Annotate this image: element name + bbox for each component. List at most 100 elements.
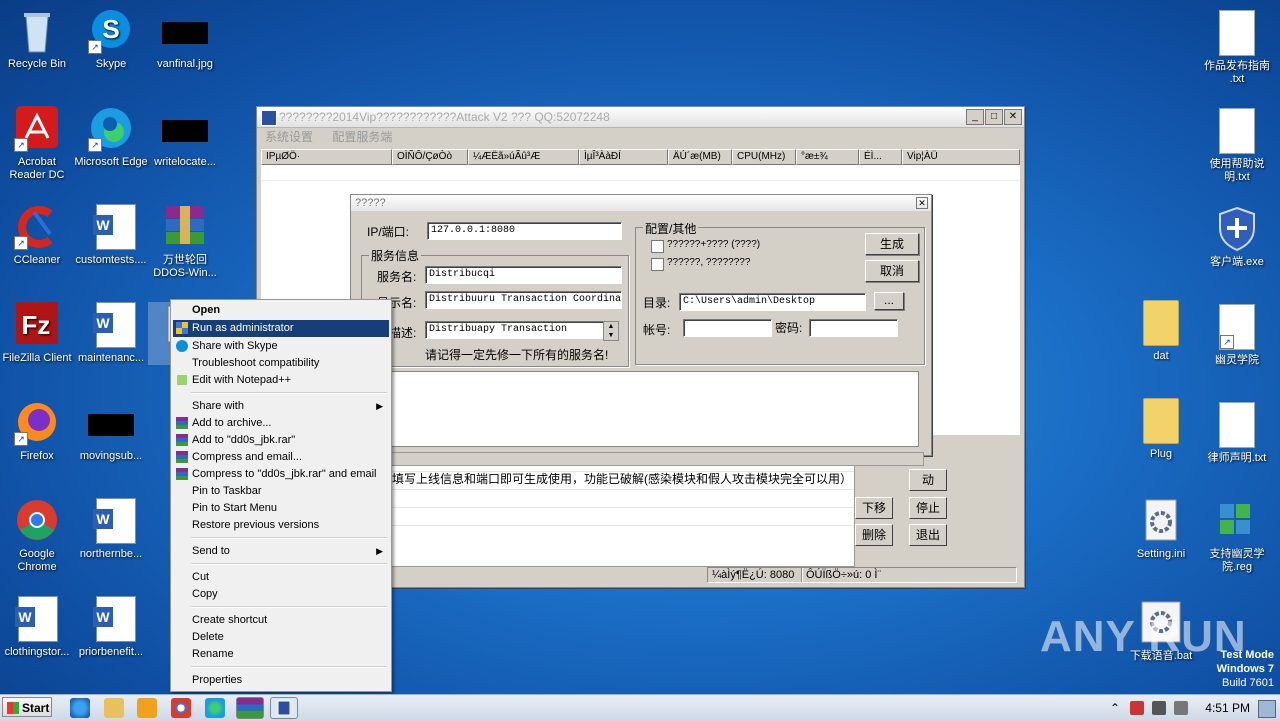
col-more[interactable]: ÉÌ... xyxy=(859,149,902,165)
minimize-button[interactable]: _ xyxy=(966,109,984,125)
menu-item-troubleshoot[interactable]: Troubleshoot compatibility xyxy=(173,355,389,372)
close-button[interactable]: ✕ xyxy=(1004,109,1022,125)
winrar-taskbar-icon[interactable] xyxy=(236,697,264,719)
menu-item-properties[interactable]: Properties xyxy=(173,672,389,689)
filezilla-desktop-icon[interactable]: Fz FileZilla Client xyxy=(0,302,74,365)
dialog-titlebar[interactable]: ????? ✕ xyxy=(351,195,931,211)
col-cpu[interactable]: CPU(MHz) xyxy=(732,149,796,165)
maximize-button[interactable]: □ xyxy=(985,109,1003,125)
submenu-arrow-icon: ▶ xyxy=(376,401,383,411)
explorer-icon[interactable] xyxy=(104,698,124,718)
cancel-button[interactable]: 取消 xyxy=(865,260,919,282)
bottom-btn1[interactable]: 动 xyxy=(909,469,947,491)
setting-ini-desktop-icon[interactable]: Setting.ini xyxy=(1124,498,1198,561)
description-spinner[interactable]: ▲ ▼ xyxy=(603,321,619,341)
menu-item-delete[interactable]: Delete xyxy=(173,629,389,646)
show-hidden-icons[interactable]: ⌃ xyxy=(1110,695,1120,721)
directory-input[interactable]: C:\Users\admin\Desktop xyxy=(679,293,866,311)
menu-item-restore-versions[interactable]: Restore previous versions xyxy=(173,517,389,534)
start-button[interactable]: Start xyxy=(2,697,52,717)
col-os[interactable]: ÌµÎ³ÀàÐÍ xyxy=(579,149,668,165)
menu-item-add-rar[interactable]: Add to "dd0s_jbk.rar" xyxy=(173,432,389,449)
log-output-box[interactable] xyxy=(391,371,919,447)
guide-txt-desktop-icon[interactable]: 作品发布指南 .txt xyxy=(1200,10,1274,86)
menu-item-create-shortcut[interactable]: Create shortcut xyxy=(173,612,389,629)
winrar-icon xyxy=(176,451,188,463)
movingsub-desktop-icon[interactable]: movingsub... xyxy=(74,400,148,463)
network-tray-icon[interactable] xyxy=(1152,701,1166,715)
col-memory[interactable]: ÄÚ´æ(MB) xyxy=(668,149,732,165)
service-name-input[interactable]: Distribucqi xyxy=(425,266,622,284)
generate-button[interactable]: 生成 xyxy=(865,233,919,255)
clothingstor-desktop-icon[interactable]: W clothingstor... xyxy=(0,596,74,659)
ie-icon[interactable] xyxy=(70,698,90,718)
media-player-icon[interactable] xyxy=(137,698,157,718)
col-version[interactable]: °æ±¾ xyxy=(796,149,859,165)
ccleaner-desktop-icon[interactable]: ↗ CCleaner xyxy=(0,204,74,267)
account-input[interactable] xyxy=(683,319,772,337)
col-computer-name[interactable]: ¼ÆËã»úÃû³Æ xyxy=(468,149,579,165)
menu-item-send-to[interactable]: Send to ▶ xyxy=(173,543,389,560)
menu-item-open[interactable]: Open xyxy=(173,302,389,319)
option2-checkbox[interactable] xyxy=(651,258,664,271)
menu-item-share-with[interactable]: Share with ▶ xyxy=(173,398,389,415)
lawyer-txt-desktop-icon[interactable]: 律师声明.txt xyxy=(1200,402,1274,465)
vanfinal-desktop-icon[interactable]: vanfinal.jpg xyxy=(148,8,222,71)
description-input[interactable]: Distribuapy Transaction xyxy=(425,321,604,339)
menu-item-run-as-admin[interactable]: Run as administrator xyxy=(173,320,389,337)
menu-item-copy[interactable]: Copy xyxy=(173,586,389,603)
edge-taskbar-icon[interactable] xyxy=(205,698,225,718)
col-ip[interactable]: IPµØÖ· xyxy=(261,149,392,165)
browse-button[interactable]: ... xyxy=(874,292,904,310)
password-input[interactable] xyxy=(809,319,898,337)
ghost-academy-desktop-icon[interactable]: ↗ 幽灵学院 xyxy=(1200,304,1274,367)
show-desktop-button[interactable] xyxy=(1258,700,1276,718)
menu-item-cut[interactable]: Cut xyxy=(173,569,389,586)
volume-tray-icon[interactable] xyxy=(1174,701,1188,715)
dialog-close-icon[interactable]: ✕ xyxy=(916,197,928,209)
menu-item-compress-rar-email[interactable]: Compress to "dd0s_jbk.rar" and email xyxy=(173,466,389,483)
app-titlebar[interactable]: ????????2014Vip????????????Attack V2 ???… xyxy=(257,107,1024,128)
menu-system-settings[interactable]: 系统设置 xyxy=(265,130,313,144)
menu-item-pin-start[interactable]: Pin to Start Menu xyxy=(173,500,389,517)
ddos-app-taskbar-icon[interactable] xyxy=(270,697,298,719)
col-region[interactable]: OÌÑÔ/ÇøÒò xyxy=(392,149,468,165)
progress-bar xyxy=(350,452,924,466)
stop-button[interactable]: 停止 xyxy=(909,497,947,519)
option1-checkbox[interactable] xyxy=(651,240,664,253)
skype-desktop-icon[interactable]: S ↗ Skype xyxy=(74,8,148,71)
help-txt-desktop-icon[interactable]: 使用帮助说明.txt xyxy=(1200,108,1274,184)
menu-item-share-skype[interactable]: Share with Skype xyxy=(173,338,389,355)
customtests-desktop-icon[interactable]: W customtests.... xyxy=(74,204,148,267)
maintenance-desktop-icon[interactable]: W maintenanc... xyxy=(74,302,148,365)
clock[interactable]: 4:51 PM xyxy=(1205,695,1250,721)
menu-item-add-archive[interactable]: Add to archive... xyxy=(173,415,389,432)
priorbenefit-desktop-icon[interactable]: W priorbenefit... xyxy=(74,596,148,659)
display-name-input[interactable]: Distribuuru Transaction Coordina xyxy=(425,291,622,309)
exit-button[interactable]: 退出 xyxy=(909,524,947,546)
northernbe-desktop-icon[interactable]: W northernbe... xyxy=(74,498,148,561)
acrobat-desktop-icon[interactable]: ↗ Acrobat Reader DC xyxy=(0,106,74,182)
edge-desktop-icon[interactable]: ↗ Microsoft Edge xyxy=(74,106,148,169)
plug-folder-desktop-icon[interactable]: Plug xyxy=(1124,398,1198,461)
edge-icon: ↗ xyxy=(88,106,134,152)
writelocate-desktop-icon[interactable]: writelocate... xyxy=(148,106,222,169)
menu-item-compress-email[interactable]: Compress and email... xyxy=(173,449,389,466)
delete-button[interactable]: 删除 xyxy=(855,524,893,546)
move-down-button[interactable]: 下移 xyxy=(855,497,893,519)
client-exe-desktop-icon[interactable]: 客户端.exe xyxy=(1200,206,1274,269)
dat-folder-desktop-icon[interactable]: dat xyxy=(1124,300,1198,363)
ddos-win-desktop-icon[interactable]: 万世轮回 DDOS-Win... xyxy=(148,204,222,280)
chrome-taskbar-icon[interactable] xyxy=(171,698,191,718)
support-reg-desktop-icon[interactable]: 支持幽灵学院.reg xyxy=(1200,498,1274,574)
ip-port-input[interactable]: 127.0.0.1:8080 xyxy=(427,222,622,240)
menu-item-pin-taskbar[interactable]: Pin to Taskbar xyxy=(173,483,389,500)
firefox-desktop-icon[interactable]: ↗ Firefox xyxy=(0,400,74,463)
menu-config-server[interactable]: 配置服务端 xyxy=(332,130,392,144)
chrome-desktop-icon[interactable]: Google Chrome xyxy=(0,498,74,574)
recycle-bin-desktop-icon[interactable]: Recycle Bin xyxy=(0,8,74,71)
menu-item-rename[interactable]: Rename xyxy=(173,646,389,663)
flag-tray-icon[interactable] xyxy=(1130,701,1144,715)
menu-item-edit-notepadpp[interactable]: Edit with Notepad++ xyxy=(173,372,389,389)
col-vip[interactable]: Vip¦ÀÜ xyxy=(902,149,1020,165)
